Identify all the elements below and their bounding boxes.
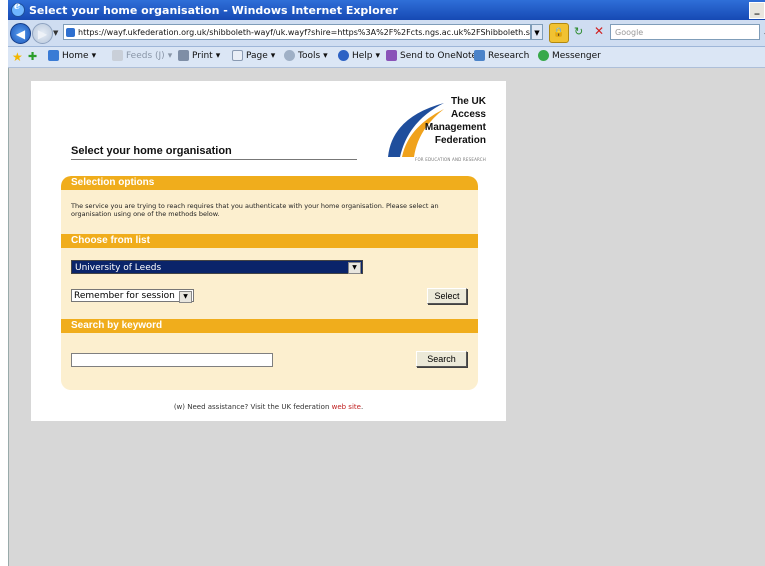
logo-line-3: Management: [424, 122, 486, 133]
command-bar: ★ ✚ Home ▾ Feeds (J) ▾ Print ▾ Page ▾ To…: [8, 47, 765, 68]
organisation-select[interactable]: University of Leeds ▼: [71, 260, 363, 274]
stop-icon[interactable]: ✕: [594, 24, 604, 38]
title-divider: [71, 159, 357, 160]
organisation-select-value: University of Leeds: [75, 263, 162, 273]
search-button[interactable]: Search: [416, 351, 467, 367]
tools-button[interactable]: Tools ▾: [284, 50, 328, 61]
favorites-star-icon[interactable]: ★: [12, 50, 23, 64]
page-viewport: The UK Access Management Federation FOR …: [8, 68, 765, 566]
select-button[interactable]: Select: [427, 288, 467, 304]
ie-icon: [11, 1, 25, 17]
title-bar: Select your home organisation - Windows …: [8, 0, 765, 20]
logo-line-2: Access: [450, 109, 486, 120]
help-text: (w) Need assistance? Visit the UK federa…: [31, 403, 506, 411]
feeds-label: Feeds (J): [126, 50, 165, 61]
home-button[interactable]: Home ▾: [48, 50, 96, 61]
lock-icon[interactable]: 🔒: [549, 23, 569, 43]
feeds-icon: [112, 50, 123, 61]
remember-select-value: Remember for session: [74, 291, 175, 301]
page-label: Page: [246, 50, 268, 61]
onenote-icon: [386, 50, 397, 61]
page-title: Select your home organisation: [71, 145, 232, 157]
back-button[interactable]: ◀: [10, 23, 31, 44]
chevron-down-icon[interactable]: ▼: [179, 291, 192, 303]
messenger-icon: [538, 50, 549, 61]
logo-tagline: FOR EDUCATION AND RESEARCH: [414, 157, 486, 162]
address-dropdown-icon[interactable]: ▼: [531, 24, 543, 40]
forward-button[interactable]: ▶: [32, 23, 53, 44]
federation-website-link[interactable]: web site: [332, 403, 361, 411]
print-label: Print: [192, 50, 213, 61]
help-button[interactable]: Help ▾: [338, 50, 380, 61]
help-icon: [338, 50, 349, 61]
browser-window: Select your home organisation - Windows …: [0, 0, 765, 566]
page-icon: [66, 28, 75, 37]
address-input[interactable]: https://wayf.ukfederation.org.uk/shibbol…: [63, 24, 531, 40]
window-title: Select your home organisation - Windows …: [29, 3, 398, 17]
keyword-input[interactable]: [71, 353, 273, 367]
page-menu-icon: [232, 50, 243, 61]
print-button[interactable]: Print ▾: [178, 50, 220, 61]
add-favorites-icon[interactable]: ✚: [28, 50, 37, 63]
print-icon: [178, 50, 189, 61]
onenote-label: Send to OneNote: [400, 50, 478, 61]
search-input[interactable]: Google: [610, 24, 760, 40]
messenger-label: Messenger: [552, 50, 601, 61]
url-text: https://wayf.ukfederation.org.uk/shibbol…: [78, 28, 531, 37]
chevron-down-icon[interactable]: ▼: [348, 262, 361, 274]
refresh-icon[interactable]: ↻: [574, 25, 583, 38]
description-text: The service you are trying to reach requ…: [71, 202, 439, 218]
onenote-button[interactable]: Send to OneNote: [386, 50, 477, 61]
tools-label: Tools: [298, 50, 321, 61]
research-button[interactable]: Research: [474, 50, 529, 61]
page-button[interactable]: Page ▾: [232, 50, 275, 61]
gear-icon: [284, 50, 295, 61]
logo-line-4: Federation: [434, 135, 486, 146]
ukfederation-logo: The UK Access Management Federation FOR …: [386, 95, 486, 165]
help-prefix: (w) Need assistance? Visit the UK federa…: [173, 403, 332, 411]
remember-select[interactable]: Remember for session ▼: [71, 289, 194, 303]
research-label: Research: [488, 50, 530, 61]
home-icon: [48, 50, 59, 61]
address-toolbar: ◀ ▶ ▼ https://wayf.ukfederation.org.uk/s…: [8, 20, 765, 47]
research-icon: [474, 50, 485, 61]
help-label: Help: [352, 50, 373, 61]
messenger-button[interactable]: Messenger: [538, 50, 601, 61]
history-dropdown-icon[interactable]: ▼: [53, 29, 58, 37]
section-search-by-keyword: Search by keyword: [61, 319, 478, 333]
section-choose-from-list: Choose from list: [61, 234, 478, 248]
wayf-card: The UK Access Management Federation FOR …: [31, 81, 506, 421]
logo-line-1: The UK: [451, 96, 486, 107]
help-suffix: .: [360, 403, 364, 411]
section-selection-options: Selection options: [61, 176, 478, 190]
feeds-button[interactable]: Feeds (J) ▾: [112, 50, 172, 61]
selection-panel: Selection options The service you are tr…: [61, 176, 478, 390]
home-label: Home: [62, 50, 89, 61]
minimize-button[interactable]: _: [749, 2, 765, 19]
